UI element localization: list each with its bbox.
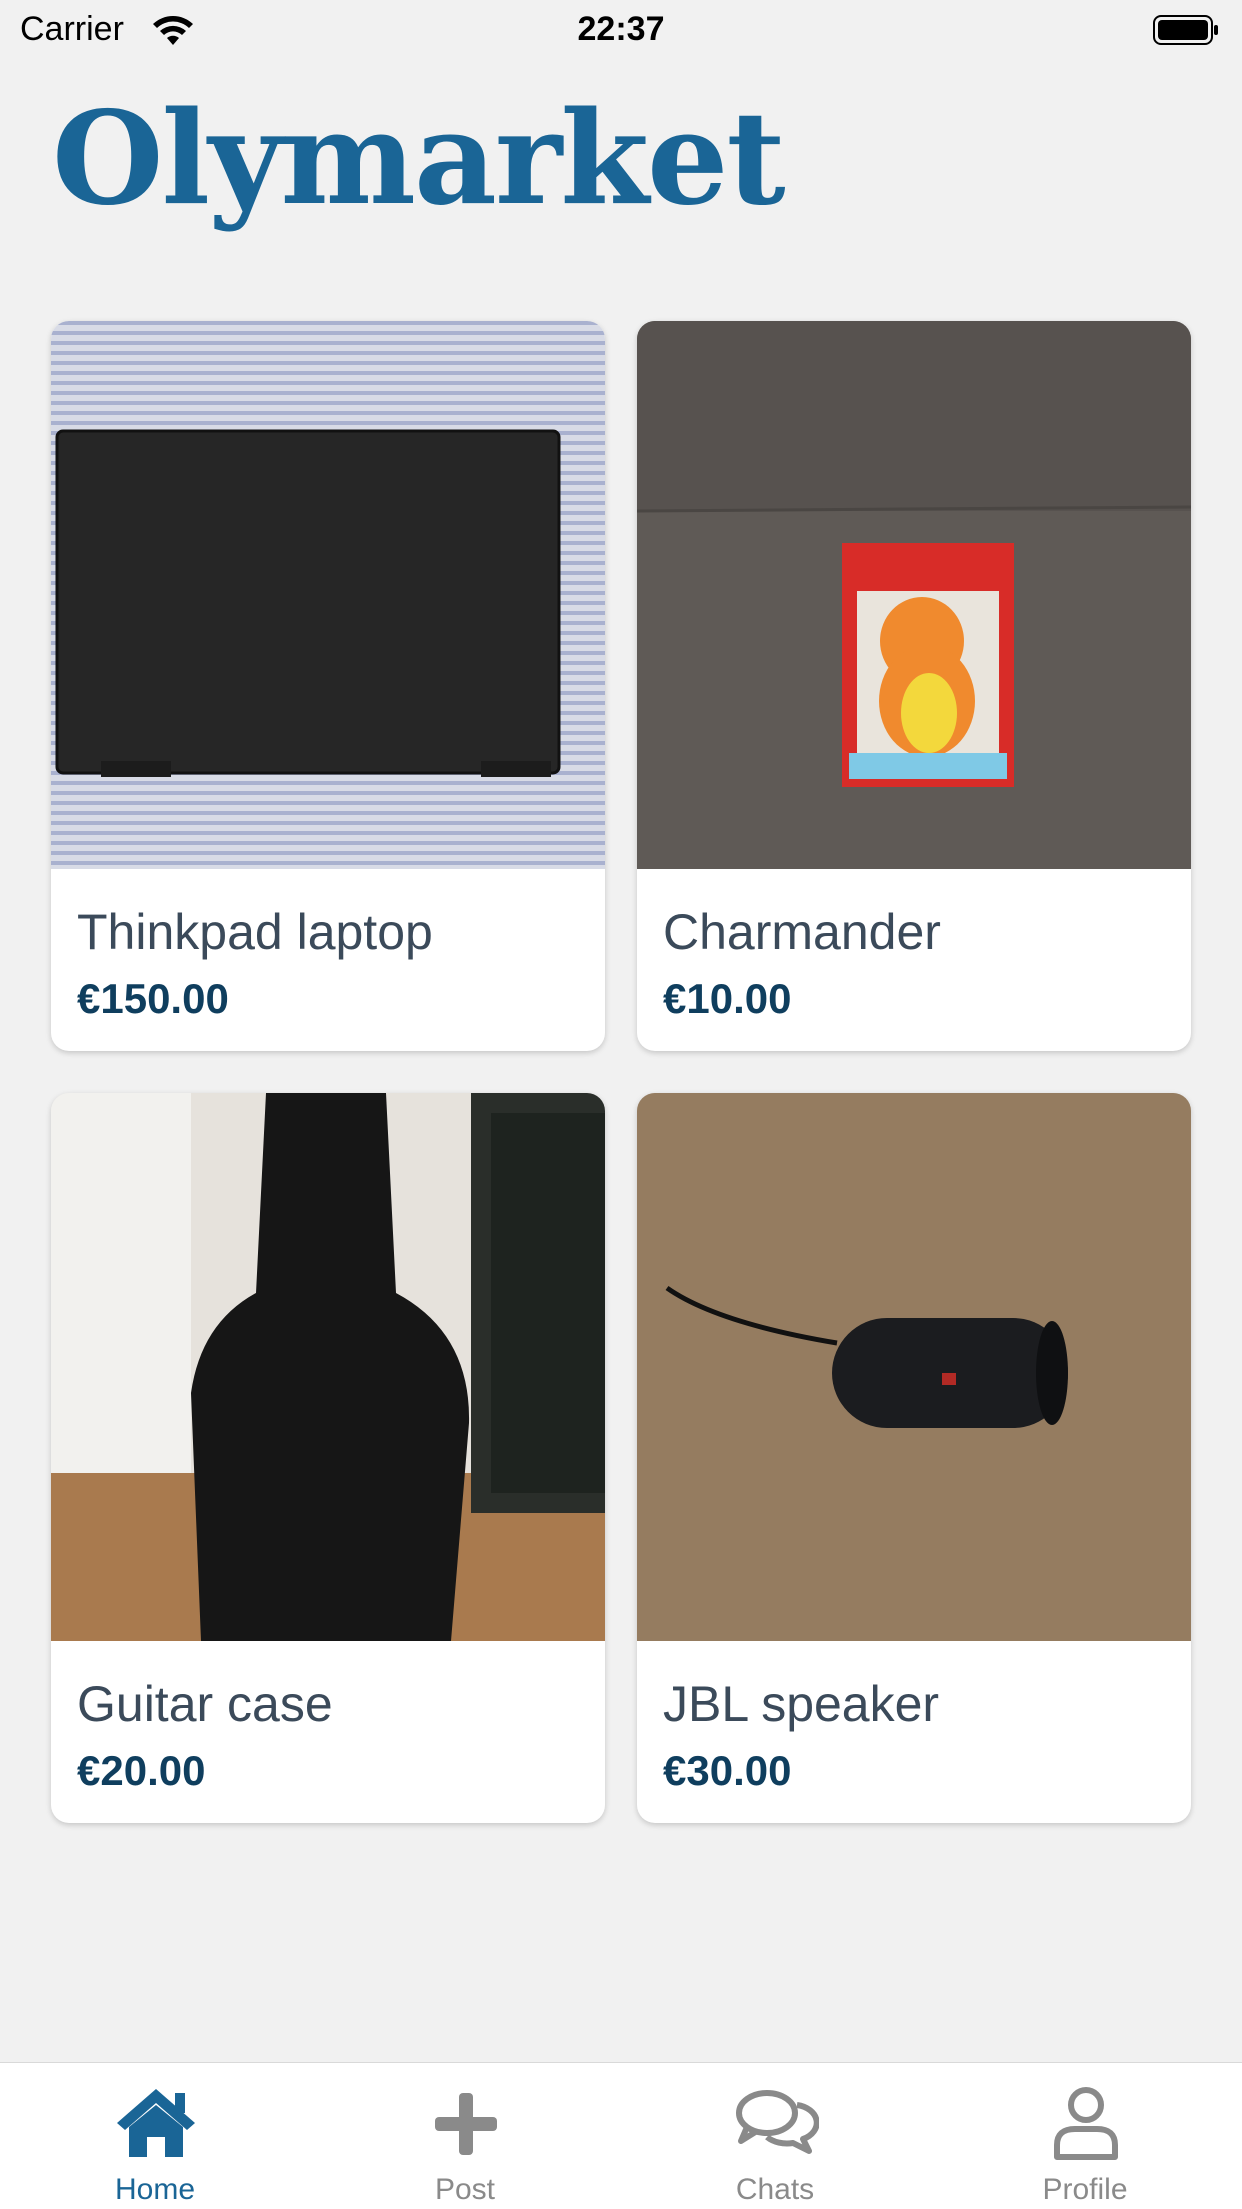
tab-profile[interactable]: Profile [930, 2063, 1240, 2209]
tab-chats[interactable]: Chats [620, 2063, 930, 2209]
listing-photo-guitar-case [51, 1093, 605, 1641]
listing-card[interactable]: Charmander €10.00 [637, 321, 1191, 1051]
tab-post[interactable]: Post [310, 2063, 620, 2209]
listing-name: JBL speaker [663, 1676, 940, 1732]
listing-photo-speaker [637, 1093, 1191, 1641]
person-icon [1054, 2087, 1118, 2160]
tab-label: Chats [735, 2173, 815, 2206]
listing-card[interactable]: Thinkpad laptop €150.00 [51, 321, 605, 1051]
listing-photo-figure [637, 321, 1191, 869]
listing-card[interactable]: Guitar case €20.00 [51, 1093, 605, 1823]
app-title: Olymarket [52, 84, 786, 234]
chat-bubbles-icon [736, 2090, 819, 2154]
listing-price: €150.00 [77, 975, 229, 1022]
listing-name: Charmander [663, 904, 941, 960]
listing-photo-laptop [51, 321, 605, 869]
tab-home[interactable]: Home [0, 2063, 310, 2209]
status-bar: Carrier 22:37 [0, 0, 1242, 60]
battery-icon [1153, 15, 1218, 45]
plus-icon [435, 2093, 497, 2155]
tab-label: Profile [1042, 2173, 1128, 2206]
tab-label: Home [114, 2173, 196, 2206]
listing-price: €10.00 [663, 975, 792, 1022]
clock: 22:37 [577, 10, 665, 48]
listing-name: Thinkpad laptop [77, 904, 433, 960]
tab-bar: Home Post Chats Profile [0, 2062, 1242, 2209]
listing-card[interactable]: JBL speaker €30.00 [637, 1093, 1191, 1823]
tab-label: Post [434, 2173, 496, 2206]
listing-price: €30.00 [663, 1747, 792, 1794]
listing-name: Guitar case [77, 1676, 333, 1732]
home-icon [117, 2089, 195, 2157]
listing-price: €20.00 [77, 1747, 206, 1794]
